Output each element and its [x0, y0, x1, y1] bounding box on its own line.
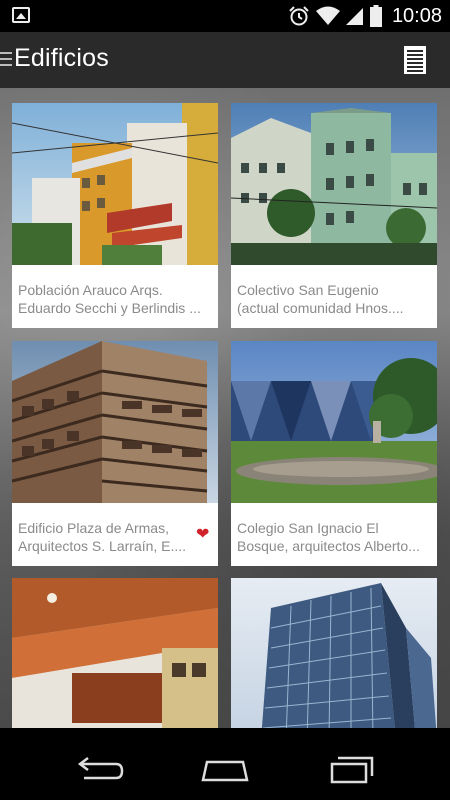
card-caption: Población Arauco Arqs. Eduardo Secchi y …: [18, 282, 201, 316]
recent-apps-icon[interactable]: [320, 754, 380, 786]
back-icon[interactable]: [70, 754, 130, 786]
building-card[interactable]: Edificio Plaza de Armas, Arquitectos S. …: [12, 341, 218, 566]
building-card[interactable]: Colectivo San Eugenio (actual comunidad …: [231, 103, 437, 328]
building-photo: [231, 341, 437, 503]
favorite-heart-icon[interactable]: ❤: [196, 527, 212, 543]
building-card[interactable]: Población Arauco Arqs. Eduardo Secchi y …: [12, 103, 218, 328]
wifi-icon: [315, 6, 340, 25]
signal-icon: [345, 8, 363, 25]
alarm-icon: [289, 6, 309, 26]
building-photo: [12, 103, 218, 265]
status-time: 10:08: [391, 4, 442, 27]
status-icons: 10:08: [288, 0, 442, 32]
card-caption: Edificio Plaza de Armas, Arquitectos S. …: [18, 520, 187, 554]
card-caption: Colegio San Ignacio El Bosque, arquitect…: [237, 520, 420, 554]
building-card[interactable]: [231, 578, 437, 728]
building-photo: [12, 578, 218, 728]
building-card[interactable]: Colegio San Ignacio El Bosque, arquitect…: [231, 341, 437, 566]
building-photo: [231, 103, 437, 265]
action-bar: Edificios: [0, 32, 450, 88]
building-card[interactable]: [12, 578, 218, 728]
content-grid[interactable]: Población Arauco Arqs. Eduardo Secchi y …: [0, 88, 450, 728]
gallery-icon: [12, 7, 30, 23]
battery-icon: [369, 5, 382, 27]
navigation-bar: [0, 740, 450, 800]
drawer-menu-icon[interactable]: [0, 52, 12, 68]
page-title: Edificios: [14, 44, 109, 72]
building-photo: [12, 341, 218, 503]
card-caption: Colectivo San Eugenio (actual comunidad …: [237, 282, 404, 316]
status-bar: 10:08: [0, 0, 450, 32]
home-icon[interactable]: [195, 754, 255, 786]
building-photo: [231, 578, 437, 728]
list-view-icon[interactable]: [404, 46, 426, 74]
